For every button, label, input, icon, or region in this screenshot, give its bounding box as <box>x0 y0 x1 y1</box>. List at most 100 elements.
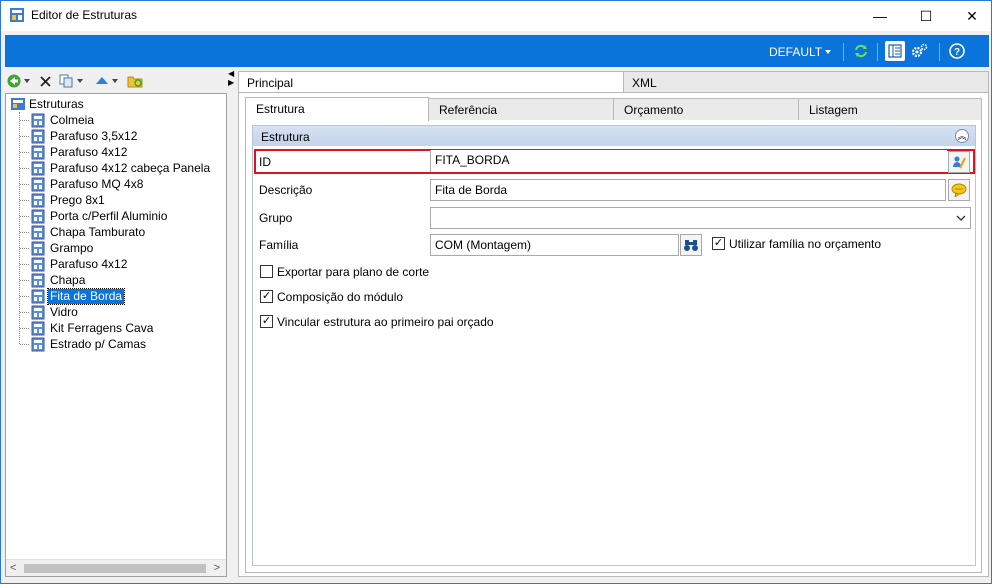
refresh-icon <box>855 44 867 58</box>
tree-guide-line <box>19 112 20 344</box>
id-label: ID <box>259 155 271 169</box>
folder-button[interactable] <box>127 73 143 89</box>
subtab-listagem[interactable]: Listagem <box>798 98 982 120</box>
tree-guide-line <box>20 136 29 137</box>
tree-item[interactable]: Grampo <box>30 240 95 256</box>
tree-guide-line <box>20 280 29 281</box>
chevron-down-icon <box>77 79 83 83</box>
delete-button[interactable] <box>39 73 52 89</box>
scrollbar-thumb[interactable] <box>24 564 206 573</box>
exportar-checkbox[interactable] <box>260 265 273 278</box>
copy-button[interactable] <box>59 73 83 89</box>
horizontal-scrollbar[interactable]: < > <box>6 559 226 576</box>
arrow-up-icon <box>96 77 108 84</box>
tree-item[interactable]: Chapa <box>30 272 87 288</box>
tree-item[interactable]: Prego 8x1 <box>30 192 107 208</box>
tree-guide-line <box>20 344 29 345</box>
tree-guide-line <box>20 264 29 265</box>
back-arrow-icon <box>7 74 21 88</box>
subtab-estrutura[interactable]: Estrutura <box>245 97 429 121</box>
group-header: Estrutura ︽ <box>253 126 975 146</box>
tree-item-label: Parafuso 4x12 cabeça Panela <box>50 160 211 175</box>
maximize-icon: ☐ <box>919 7 933 24</box>
tree-item[interactable]: Parafuso MQ 4x8 <box>30 176 145 192</box>
composicao-label: Composição do módulo <box>277 290 404 304</box>
utilizar-familia-label: Utilizar família no orçamento <box>729 237 882 251</box>
refresh-button[interactable] <box>851 41 871 61</box>
scroll-left-icon[interactable]: < <box>10 562 16 574</box>
tab-principal[interactable]: Principal <box>238 71 624 94</box>
tree-item[interactable]: Chapa Tamburato <box>30 224 147 240</box>
help-icon: ? <box>949 43 965 59</box>
structure-node-icon <box>31 129 45 143</box>
tree-item[interactable]: Kit Ferragens Cava <box>30 320 155 336</box>
descricao-field[interactable]: Fita de Borda <box>430 179 946 201</box>
tree-item[interactable]: Fita de Borda <box>30 287 126 305</box>
tree-guide-line <box>20 152 29 153</box>
tab-xml[interactable]: XML <box>623 71 989 93</box>
subtab-referencia-label: Referência <box>439 103 498 117</box>
expand-right-icon[interactable]: ▶ <box>228 78 236 87</box>
familia-search-button[interactable] <box>680 234 702 256</box>
grupo-select[interactable] <box>430 207 971 229</box>
delete-x-icon <box>40 75 51 87</box>
tree-item[interactable]: Parafuso 4x12 cabeça Panela <box>30 160 212 176</box>
structure-node-icon <box>31 225 45 239</box>
subtab-orcamento[interactable]: Orçamento <box>613 98 799 120</box>
id-field[interactable]: FITA_BORDA <box>430 150 947 172</box>
structure-node-icon <box>31 209 45 223</box>
tree-guide-line <box>20 216 29 217</box>
id-edit-button[interactable] <box>948 151 970 173</box>
structure-node-icon <box>31 337 45 351</box>
tree-guide-line <box>20 312 29 313</box>
descricao-value: Fita de Borda <box>435 183 508 197</box>
tree-item[interactable]: Colmeia <box>30 112 96 128</box>
subtab-orcamento-label: Orçamento <box>624 103 684 117</box>
structure-tree[interactable]: Estruturas Colmeia Parafuso 3,5x12 Parafus… <box>5 93 227 577</box>
tree-item[interactable]: Estrado p/ Camas <box>30 336 148 352</box>
splitter-arrows[interactable]: ◀ ▶ <box>228 69 236 87</box>
subtab-estrutura-label: Estrutura <box>256 102 305 116</box>
tree-root-icon <box>11 98 25 110</box>
collapse-left-icon[interactable]: ◀ <box>228 69 236 78</box>
tree-item[interactable]: Parafuso 4x12 <box>30 144 129 160</box>
tree-item-label: Parafuso 4x12 <box>50 256 128 271</box>
tab-principal-label: Principal <box>247 76 294 90</box>
layout-button[interactable] <box>885 41 905 61</box>
structure-node-icon <box>31 113 45 127</box>
scroll-right-icon[interactable]: > <box>214 562 220 574</box>
maximize-button[interactable]: ☐ <box>903 1 949 31</box>
vincular-checkbox[interactable]: ✓ <box>260 315 273 328</box>
settings-button[interactable] <box>909 41 929 61</box>
move-up-button[interactable] <box>95 73 118 89</box>
binoculars-icon <box>684 240 698 251</box>
subtab-referencia[interactable]: Referência <box>428 98 614 120</box>
profile-dropdown[interactable]: DEFAULT <box>769 45 822 59</box>
gear-icon <box>911 43 928 58</box>
separator <box>939 43 940 61</box>
descricao-translate-button[interactable] <box>948 179 970 201</box>
familia-field[interactable]: COM (Montagem) <box>430 234 679 256</box>
tree-toolbar <box>5 71 227 91</box>
app-icon <box>10 8 24 22</box>
utilizar-familia-checkbox[interactable]: ✓ <box>712 237 725 250</box>
minimize-icon: — <box>873 8 887 24</box>
tree-root[interactable]: Estruturas <box>10 96 84 112</box>
tree-item[interactable]: Parafuso 4x12 <box>30 256 129 272</box>
ribbon-bar: DEFAULT ? <box>5 35 989 67</box>
close-button[interactable]: ✕ <box>949 1 992 31</box>
help-button[interactable]: ? <box>947 41 967 61</box>
chevron-down-icon <box>24 79 30 83</box>
tree-item[interactable]: Parafuso 3,5x12 <box>30 128 139 144</box>
composicao-checkbox[interactable]: ✓ <box>260 290 273 303</box>
tree-item[interactable]: Vidro <box>30 304 80 320</box>
structure-node-icon <box>31 161 45 175</box>
tree-item-label: Grampo <box>50 240 94 255</box>
check-icon: ✓ <box>261 290 272 302</box>
tree-item[interactable]: Porta c/Perfil Aluminio <box>30 208 169 224</box>
tree-root-label: Estruturas <box>29 97 84 111</box>
minimize-button[interactable]: — <box>857 1 903 31</box>
collapse-up-icon[interactable]: ︽ <box>955 129 969 143</box>
window-title: Editor de Estruturas <box>31 8 138 22</box>
back-button[interactable] <box>7 73 30 89</box>
